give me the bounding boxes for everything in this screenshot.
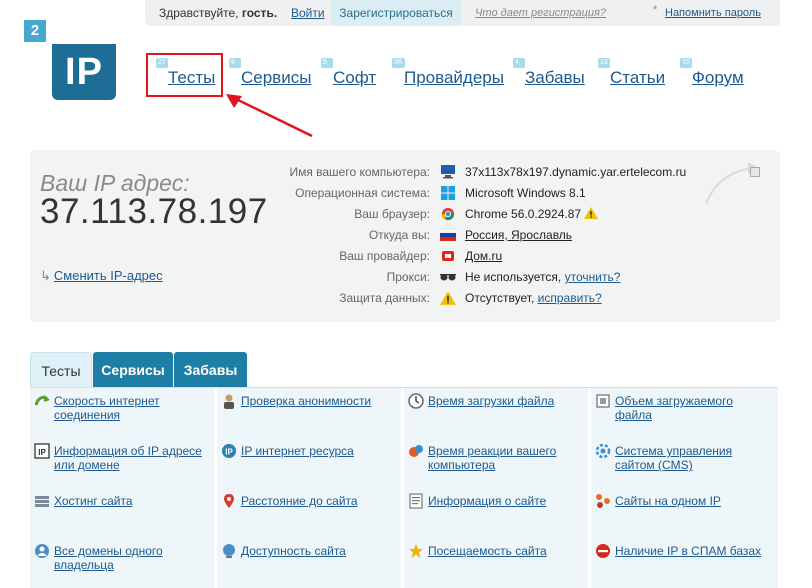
grid-item[interactable]: Скорость интернет соединения bbox=[30, 388, 214, 438]
what-registration-link[interactable]: Что дает регистрация? bbox=[475, 7, 606, 19]
grid-item[interactable]: Хостинг сайта bbox=[30, 488, 214, 538]
location-link[interactable]: Россия, Ярославль bbox=[465, 228, 572, 242]
info-label: Ваш провайдер: bbox=[339, 249, 430, 263]
logo-mark: IP bbox=[52, 44, 116, 100]
grid-item[interactable]: IP Информация об IP адресе или домене bbox=[30, 438, 214, 488]
grid-item[interactable]: Время реакции вашего компьютера bbox=[404, 438, 588, 488]
location-pin-icon bbox=[224, 494, 234, 508]
site-logo[interactable]: 2 IP bbox=[24, 20, 116, 102]
grid-item[interactable]: Доступность сайта bbox=[217, 538, 401, 588]
chrome-icon bbox=[441, 207, 455, 221]
speed-arrow-icon bbox=[34, 395, 50, 406]
nav-label[interactable]: Сервисы bbox=[241, 68, 311, 88]
fix-link[interactable]: исправить? bbox=[538, 291, 602, 305]
change-ip-icon: ↳ bbox=[40, 268, 51, 283]
warning-icon bbox=[584, 207, 599, 219]
site-info-icon bbox=[409, 493, 423, 509]
clock-icon bbox=[408, 393, 424, 409]
star-icon bbox=[409, 544, 423, 558]
info-value: 37x113x78x197.dynamic.yar.ertelecom.ru bbox=[465, 165, 687, 179]
annotation-arrow bbox=[226, 94, 313, 138]
info-row-computer-name: Имя вашего компьютера: 37x113x78x197.dyn… bbox=[240, 162, 760, 182]
grid-item[interactable]: Расстояние до сайта bbox=[217, 488, 401, 538]
change-ip-link[interactable]: ↳ Сменить IP-адрес bbox=[40, 268, 163, 284]
info-label: Прокси: bbox=[386, 270, 430, 284]
cms-icon bbox=[595, 443, 611, 459]
top-bar: Здравствуйте, гость. Войти Зарегистриров… bbox=[145, 0, 780, 26]
anonymity-icon bbox=[224, 394, 234, 409]
provider-icon bbox=[442, 251, 454, 261]
info-value: Отсутствует, исправить? bbox=[465, 291, 602, 305]
highlight-box bbox=[146, 53, 223, 97]
ip-info-panel: Ваш IP адрес: 37.113.78.197 ↳ Сменить IP-… bbox=[30, 150, 780, 322]
login-link[interactable]: Войти bbox=[291, 6, 325, 20]
ip-info-icon: IP bbox=[34, 443, 50, 459]
nav-label[interactable]: Забавы bbox=[525, 68, 585, 88]
nav-label[interactable]: Провайдеры bbox=[404, 68, 504, 88]
info-label: Ваш браузер: bbox=[354, 207, 430, 221]
remind-password-link[interactable]: Напомнить пароль bbox=[665, 7, 761, 19]
grid-item[interactable]: Проверка анонимности bbox=[217, 388, 401, 438]
info-value: Не используется, уточнить? bbox=[465, 270, 621, 284]
ip-resource-icon: IP bbox=[222, 444, 236, 458]
nav-badge: 3K bbox=[392, 58, 405, 68]
nav-badge: 5 bbox=[321, 58, 333, 68]
grid-item[interactable]: Время загрузки файла bbox=[404, 388, 588, 438]
spam-icon bbox=[596, 544, 610, 558]
info-value: Chrome 56.0.2924.87 bbox=[465, 207, 599, 221]
nav-badge: 4 bbox=[513, 58, 525, 68]
nav-label[interactable]: Статьи bbox=[610, 68, 665, 88]
info-label: Имя вашего компьютера: bbox=[289, 165, 430, 179]
warning-icon bbox=[440, 291, 456, 305]
tab-fun[interactable]: Забавы bbox=[174, 352, 247, 388]
grid-item[interactable]: Объем загружаемого файла bbox=[591, 388, 778, 438]
sunglasses-icon bbox=[440, 274, 456, 281]
logo-badge: 2 bbox=[24, 20, 46, 42]
info-row-provider: Ваш провайдер: Дом.ru bbox=[240, 246, 760, 266]
provider-link[interactable]: Дом.ru bbox=[465, 249, 502, 263]
greeting: Здравствуйте, гость. bbox=[159, 6, 278, 20]
nav-label[interactable]: Форум bbox=[692, 68, 744, 88]
info-value: Microsoft Windows 8.1 bbox=[465, 186, 586, 200]
asterisk: * bbox=[653, 4, 658, 16]
grid-item[interactable]: Система управления сайтом (CMS) bbox=[591, 438, 778, 488]
nav-label[interactable]: Софт bbox=[333, 68, 376, 88]
hosting-icon bbox=[35, 496, 49, 507]
info-row-location: Откуда вы: Россия, Ярославль bbox=[240, 225, 760, 245]
nav-badge: 15 bbox=[680, 58, 692, 68]
nav-badge: 13 bbox=[598, 58, 610, 68]
computer-icon bbox=[441, 165, 455, 179]
nav-badge: 9 bbox=[229, 58, 241, 68]
register-button[interactable]: Зарегистрироваться bbox=[331, 0, 461, 26]
info-label: Откуда вы: bbox=[368, 228, 430, 242]
domains-owner-icon bbox=[35, 544, 49, 558]
tab-services[interactable]: Сервисы bbox=[93, 352, 173, 388]
russia-flag-icon bbox=[440, 228, 456, 241]
info-row-data-protection: Защита данных: Отсутствует, исправить? bbox=[240, 288, 760, 308]
grid-item[interactable]: Посещаемость сайта bbox=[404, 538, 588, 588]
availability-icon bbox=[223, 544, 235, 558]
info-label: Защита данных: bbox=[339, 291, 430, 305]
svg-text:IP: IP bbox=[38, 448, 46, 457]
windows-icon bbox=[441, 186, 455, 200]
grid-item[interactable]: IP IP интернет ресурса bbox=[217, 438, 401, 488]
clarify-link[interactable]: уточнить? bbox=[565, 270, 621, 284]
grid-item[interactable]: Наличие IP в СПАМ базах bbox=[591, 538, 778, 588]
info-row-proxy: Прокси: Не используется, уточнить? bbox=[240, 267, 760, 287]
grid-item[interactable]: Сайты на одном IP bbox=[591, 488, 778, 538]
svg-text:IP: IP bbox=[225, 448, 233, 457]
info-row-browser: Ваш браузер: Chrome 56.0.2924.87 bbox=[240, 204, 760, 224]
same-ip-icon bbox=[596, 494, 610, 508]
grid-item[interactable]: Все домены одного владельца bbox=[30, 538, 214, 588]
tab-tests[interactable]: Тесты bbox=[30, 352, 92, 388]
grid-item[interactable]: Информация о сайте bbox=[404, 488, 588, 538]
ip-address: 37.113.78.197 bbox=[40, 192, 268, 231]
info-label: Операционная система: bbox=[295, 186, 430, 200]
reaction-icon bbox=[409, 445, 423, 457]
info-row-os: Операционная система: Microsoft Windows … bbox=[240, 183, 760, 203]
file-volume-icon bbox=[596, 394, 610, 408]
